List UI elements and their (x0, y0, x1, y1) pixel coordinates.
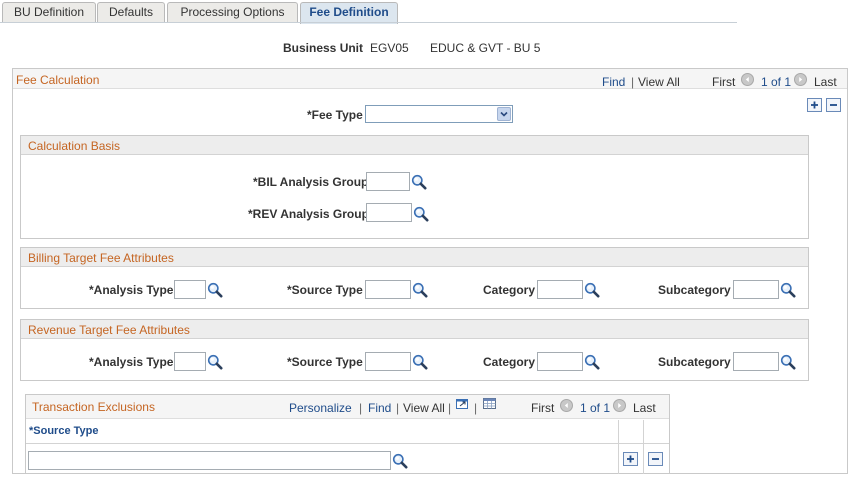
billing-category-label: Category (483, 283, 536, 297)
magnifier-icon[interactable] (584, 282, 600, 298)
revenue-category-input[interactable] (537, 352, 583, 371)
rev-analysis-group-label: *REV Analysis Group (248, 207, 369, 221)
billing-source-type-label: *Source Type (287, 283, 363, 297)
separator: | (448, 401, 452, 415)
tab-label: Processing Options (180, 5, 285, 19)
add-exclusion-row-button[interactable] (623, 452, 638, 466)
revenue-subcategory-input[interactable] (733, 352, 779, 371)
revenue-source-type-label: *Source Type (287, 355, 363, 369)
revenue-analysis-type-label: *Analysis Type (89, 355, 174, 369)
arrow-left-icon[interactable] (560, 399, 573, 412)
revenue-source-type-input[interactable] (365, 352, 411, 371)
magnifier-icon[interactable] (207, 282, 223, 298)
calculation-basis-title: Calculation Basis (28, 139, 121, 153)
separator: | (396, 401, 400, 415)
find-link[interactable]: Find (368, 401, 391, 415)
bil-analysis-group-input[interactable] (366, 172, 410, 191)
delete-row-button[interactable] (826, 98, 841, 112)
fee-type-label: *Fee Type (307, 108, 363, 122)
rev-analysis-group-input[interactable] (366, 203, 412, 222)
last-label: Last (633, 401, 656, 415)
first-label: First (712, 75, 736, 89)
revenue-target-title: Revenue Target Fee Attributes (28, 323, 190, 337)
tab-label: BU Definition (13, 5, 85, 19)
magnifier-icon[interactable] (411, 174, 427, 190)
bil-analysis-group-label: *BIL Analysis Group (253, 175, 369, 189)
personalize-link[interactable]: Personalize (289, 401, 352, 415)
grid-column-header-row (26, 420, 669, 444)
tab-label: Defaults (108, 5, 154, 19)
calculation-basis-header (21, 136, 808, 155)
view-all-link[interactable]: View All (638, 75, 680, 89)
billing-source-type-input[interactable] (365, 280, 411, 299)
view-all-link[interactable]: View All (403, 401, 445, 415)
last-label: Last (814, 75, 837, 89)
magnifier-icon[interactable] (207, 354, 223, 370)
separator: | (359, 401, 363, 415)
tab-fee-definition[interactable]: Fee Definition (300, 2, 398, 24)
magnifier-icon[interactable] (780, 354, 796, 370)
separator: | (474, 401, 478, 415)
exclusion-source-type-input[interactable] (28, 451, 391, 470)
revenue-analysis-type-input[interactable] (174, 352, 206, 371)
delete-exclusion-row-button[interactable] (648, 452, 663, 466)
tab-bu-definition[interactable]: BU Definition (2, 2, 96, 23)
chevron-down-icon (497, 107, 511, 121)
row-range: 1 of 1 (580, 401, 611, 415)
tab-defaults[interactable]: Defaults (97, 2, 165, 23)
arrow-left-icon[interactable] (741, 73, 754, 86)
billing-analysis-type-input[interactable] (174, 280, 206, 299)
billing-category-input[interactable] (537, 280, 583, 299)
billing-subcategory-input[interactable] (733, 280, 779, 299)
tab-processing-options[interactable]: Processing Options (167, 2, 298, 23)
magnifier-icon[interactable] (412, 282, 428, 298)
tab-label: Fee Definition (309, 5, 389, 19)
spreadsheet-icon[interactable] (482, 397, 497, 410)
transaction-exclusions-title: Transaction Exclusions (32, 400, 155, 414)
arrow-right-icon[interactable] (613, 399, 626, 412)
magnifier-icon[interactable] (780, 282, 796, 298)
row-range: 1 of 1 (761, 75, 792, 89)
business-unit-value: EGV05 (370, 41, 409, 55)
add-row-button[interactable] (807, 98, 822, 112)
business-unit-description: EDUC & GVT - BU 5 (430, 41, 541, 55)
magnifier-icon[interactable] (412, 354, 428, 370)
magnifier-icon[interactable] (584, 354, 600, 370)
billing-analysis-type-label: *Analysis Type (89, 283, 174, 297)
arrow-right-icon[interactable] (794, 73, 807, 86)
tab-underline (0, 22, 737, 23)
magnifier-icon[interactable] (392, 453, 408, 469)
new-window-icon[interactable] (455, 397, 470, 410)
fee-type-select[interactable] (365, 105, 513, 123)
find-link[interactable]: Find (602, 75, 625, 89)
fee-calculation-title: Fee Calculation (16, 73, 100, 87)
business-unit-label: Business Unit (283, 41, 364, 55)
first-label: First (531, 401, 555, 415)
revenue-category-label: Category (483, 355, 536, 369)
billing-subcategory-label: Subcategory (658, 283, 731, 297)
magnifier-icon[interactable] (413, 206, 429, 222)
billing-target-title: Billing Target Fee Attributes (28, 251, 174, 265)
separator: | (631, 75, 635, 89)
revenue-subcategory-label: Subcategory (658, 355, 731, 369)
source-type-column-header[interactable]: *Source Type (29, 425, 99, 437)
